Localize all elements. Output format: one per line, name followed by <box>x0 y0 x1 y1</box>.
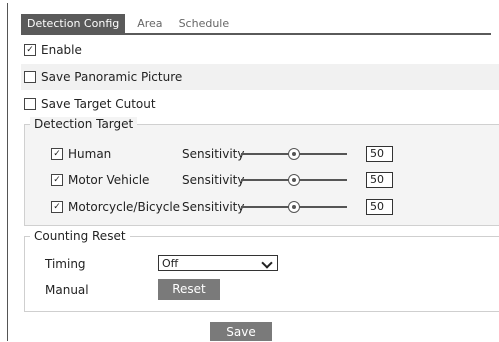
enable-row: ✓ Enable <box>21 37 499 63</box>
tab-schedule[interactable]: Schedule <box>179 17 230 30</box>
save-panoramic-row: Save Panoramic Picture <box>21 64 499 90</box>
counting-reset-group <box>24 236 499 312</box>
manual-label: Manual <box>45 283 89 297</box>
counting-reset-legend: Counting Reset <box>30 229 130 243</box>
human-label: Human <box>68 147 112 161</box>
motorcycle-bicycle-checkbox[interactable]: ✓ <box>51 201 63 213</box>
tab-detection-config[interactable]: Detection Config <box>21 13 126 33</box>
motorcycle-bicycle-sensitivity-slider[interactable] <box>241 201 347 213</box>
save-target-label: Save Target Cutout <box>41 97 156 111</box>
motor-vehicle-sensitivity-value[interactable]: 50 <box>366 172 393 188</box>
human-slider-knob[interactable] <box>288 148 300 160</box>
detection-target-legend: Detection Target <box>30 117 138 131</box>
human-sensitivity-label: Sensitivity <box>182 147 245 161</box>
timing-label: Timing <box>45 257 86 271</box>
motor-vehicle-slider-knob[interactable] <box>288 174 300 186</box>
tab-bar: Detection Config Area Schedule <box>21 13 245 33</box>
human-sensitivity-slider[interactable] <box>241 148 347 160</box>
motorcycle-bicycle-sensitivity-label: Sensitivity <box>182 200 245 214</box>
enable-checkbox[interactable]: ✓ <box>24 44 36 56</box>
motorcycle-bicycle-sensitivity-value[interactable]: 50 <box>366 199 393 215</box>
motor-vehicle-label: Motor Vehicle <box>68 173 150 187</box>
enable-label: Enable <box>41 43 82 57</box>
motorcycle-bicycle-slider-knob[interactable] <box>288 201 300 213</box>
timing-select-value: Off <box>162 257 179 270</box>
tab-underline <box>21 33 491 35</box>
motor-vehicle-checkbox[interactable]: ✓ <box>51 174 63 186</box>
save-target-row: Save Target Cutout <box>21 91 499 117</box>
left-border <box>7 3 8 341</box>
target-row-motor-vehicle: ✓ Motor Vehicle <box>48 170 149 190</box>
reset-button[interactable]: Reset <box>158 279 220 300</box>
target-row-motorcycle-bicycle: ✓ Motorcycle/Bicycle <box>48 197 180 217</box>
timing-select[interactable]: Off <box>158 255 278 271</box>
save-button[interactable]: Save <box>210 322 272 341</box>
motor-vehicle-sensitivity-label: Sensitivity <box>182 173 245 187</box>
human-sensitivity-value[interactable]: 50 <box>366 146 393 162</box>
motorcycle-bicycle-label: Motorcycle/Bicycle <box>68 200 181 214</box>
save-target-checkbox[interactable] <box>24 98 36 110</box>
motor-vehicle-sensitivity-slider[interactable] <box>241 174 347 186</box>
tab-area[interactable]: Area <box>137 17 162 30</box>
human-checkbox[interactable]: ✓ <box>51 148 63 160</box>
save-panoramic-checkbox[interactable] <box>24 71 36 83</box>
save-panoramic-label: Save Panoramic Picture <box>41 70 183 84</box>
chevron-down-icon <box>261 257 273 269</box>
target-row-human: ✓ Human <box>48 144 111 164</box>
